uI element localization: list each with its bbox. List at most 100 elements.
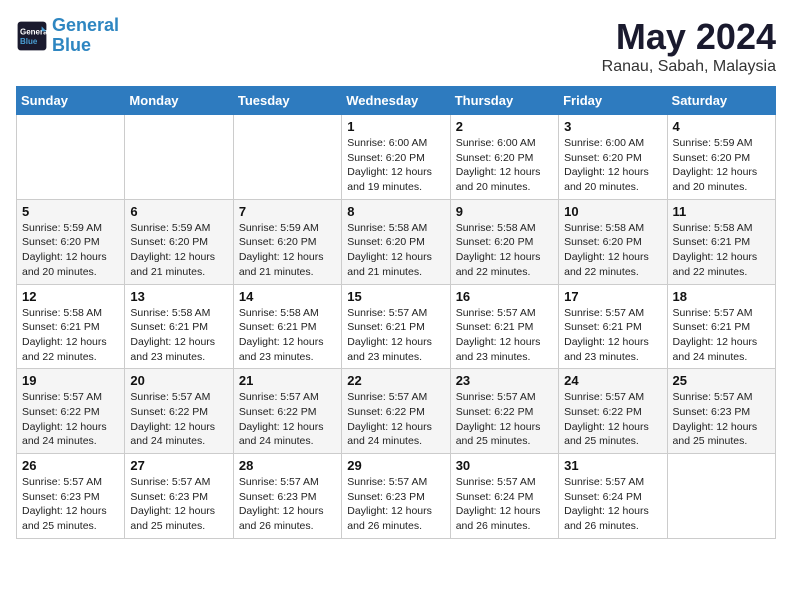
calendar-cell: 15 Sunrise: 5:57 AM Sunset: 6:21 PM Dayli… [342, 284, 450, 369]
logo: General Blue General Blue [16, 16, 119, 56]
calendar-week-row: 1 Sunrise: 6:00 AM Sunset: 6:20 PM Daylig… [17, 115, 776, 200]
calendar-cell: 18Sunrise: 5:57 AM Sunset: 6:21 PM Dayli… [667, 284, 775, 369]
day-info: Sunrise: 5:58 AM Sunset: 6:20 PM Dayligh… [347, 221, 444, 280]
calendar-cell: 29 Sunrise: 5:57 AM Sunset: 6:23 PM Dayli… [342, 454, 450, 539]
calendar-cell: 28 Sunrise: 5:57 AM Sunset: 6:23 PM Dayli… [233, 454, 341, 539]
day-number: 26 [22, 458, 119, 473]
logo-text: General Blue [52, 16, 119, 56]
day-info: Sunrise: 5:57 AM Sunset: 6:23 PM Dayligh… [22, 475, 119, 534]
calendar-cell: 24 Sunrise: 5:57 AM Sunset: 6:22 PM Dayli… [559, 369, 667, 454]
day-number: 16 [456, 289, 553, 304]
calendar-cell [667, 454, 775, 539]
day-number: 6 [130, 204, 227, 219]
day-info: Sunrise: 5:57 AM Sunset: 6:23 PM Dayligh… [347, 475, 444, 534]
day-info: Sunrise: 5:58 AM Sunset: 6:21 PM Dayligh… [673, 221, 770, 280]
calendar-cell: 6 Sunrise: 5:59 AM Sunset: 6:20 PM Daylig… [125, 199, 233, 284]
calendar-cell: 7 Sunrise: 5:59 AM Sunset: 6:20 PM Daylig… [233, 199, 341, 284]
day-number: 24 [564, 373, 661, 388]
calendar-week-row: 12 Sunrise: 5:58 AM Sunset: 6:21 PM Dayli… [17, 284, 776, 369]
day-info: Sunrise: 5:57 AM Sunset: 6:21 PM Dayligh… [564, 306, 661, 365]
day-info: Sunrise: 5:57 AM Sunset: 6:22 PM Dayligh… [130, 390, 227, 449]
calendar-cell: 22Sunrise: 5:57 AM Sunset: 6:22 PM Dayli… [342, 369, 450, 454]
day-info: Sunrise: 6:00 AM Sunset: 6:20 PM Dayligh… [456, 136, 553, 195]
calendar-cell: 2 Sunrise: 6:00 AM Sunset: 6:20 PM Daylig… [450, 115, 558, 200]
weekday-header: Thursday [450, 87, 558, 115]
calendar-cell: 26 Sunrise: 5:57 AM Sunset: 6:23 PM Dayli… [17, 454, 125, 539]
weekday-header-row: SundayMondayTuesdayWednesdayThursdayFrid… [17, 87, 776, 115]
day-info: Sunrise: 5:57 AM Sunset: 6:22 PM Dayligh… [239, 390, 336, 449]
day-info: Sunrise: 5:57 AM Sunset: 6:22 PM Dayligh… [456, 390, 553, 449]
calendar-cell: 8 Sunrise: 5:58 AM Sunset: 6:20 PM Daylig… [342, 199, 450, 284]
day-number: 27 [130, 458, 227, 473]
calendar-cell: 5Sunrise: 5:59 AM Sunset: 6:20 PM Daylig… [17, 199, 125, 284]
calendar-cell: 16 Sunrise: 5:57 AM Sunset: 6:21 PM Dayli… [450, 284, 558, 369]
calendar-cell: 12 Sunrise: 5:58 AM Sunset: 6:21 PM Dayli… [17, 284, 125, 369]
day-info: Sunrise: 5:59 AM Sunset: 6:20 PM Dayligh… [130, 221, 227, 280]
day-number: 20 [130, 373, 227, 388]
calendar-cell: 14 Sunrise: 5:58 AM Sunset: 6:21 PM Dayli… [233, 284, 341, 369]
svg-text:Blue: Blue [20, 37, 38, 46]
calendar-cell: 23 Sunrise: 5:57 AM Sunset: 6:22 PM Dayli… [450, 369, 558, 454]
day-info: Sunrise: 5:58 AM Sunset: 6:20 PM Dayligh… [456, 221, 553, 280]
calendar-cell [125, 115, 233, 200]
day-number: 29 [347, 458, 444, 473]
day-number: 15 [347, 289, 444, 304]
month-year: May 2024 [602, 16, 776, 58]
day-number: 30 [456, 458, 553, 473]
day-info: Sunrise: 5:57 AM Sunset: 6:21 PM Dayligh… [673, 306, 770, 365]
calendar-cell: 9Sunrise: 5:58 AM Sunset: 6:20 PM Daylig… [450, 199, 558, 284]
day-info: Sunrise: 5:57 AM Sunset: 6:23 PM Dayligh… [130, 475, 227, 534]
day-number: 23 [456, 373, 553, 388]
day-info: Sunrise: 5:57 AM Sunset: 6:22 PM Dayligh… [22, 390, 119, 449]
calendar-cell: 17 Sunrise: 5:57 AM Sunset: 6:21 PM Dayli… [559, 284, 667, 369]
day-info: Sunrise: 6:00 AM Sunset: 6:20 PM Dayligh… [564, 136, 661, 195]
day-number: 13 [130, 289, 227, 304]
day-number: 2 [456, 119, 553, 134]
day-number: 4 [673, 119, 770, 134]
day-number: 17 [564, 289, 661, 304]
day-info: Sunrise: 5:57 AM Sunset: 6:24 PM Dayligh… [456, 475, 553, 534]
day-number: 7 [239, 204, 336, 219]
calendar-cell: 25 Sunrise: 5:57 AM Sunset: 6:23 PM Dayli… [667, 369, 775, 454]
day-number: 25 [673, 373, 770, 388]
weekday-header: Saturday [667, 87, 775, 115]
day-number: 14 [239, 289, 336, 304]
day-number: 10 [564, 204, 661, 219]
calendar-cell: 20 Sunrise: 5:57 AM Sunset: 6:22 PM Dayli… [125, 369, 233, 454]
day-info: Sunrise: 5:57 AM Sunset: 6:23 PM Dayligh… [239, 475, 336, 534]
day-info: Sunrise: 5:57 AM Sunset: 6:21 PM Dayligh… [456, 306, 553, 365]
day-info: Sunrise: 5:58 AM Sunset: 6:20 PM Dayligh… [564, 221, 661, 280]
day-info: Sunrise: 5:57 AM Sunset: 6:22 PM Dayligh… [564, 390, 661, 449]
day-info: Sunrise: 5:57 AM Sunset: 6:24 PM Dayligh… [564, 475, 661, 534]
day-number: 21 [239, 373, 336, 388]
logo-icon: General Blue [16, 20, 48, 52]
weekday-header: Tuesday [233, 87, 341, 115]
day-info: Sunrise: 5:57 AM Sunset: 6:21 PM Dayligh… [347, 306, 444, 365]
location: Ranau, Sabah, Malaysia [602, 58, 776, 76]
day-number: 12 [22, 289, 119, 304]
day-number: 8 [347, 204, 444, 219]
day-number: 22 [347, 373, 444, 388]
calendar-cell: 27 Sunrise: 5:57 AM Sunset: 6:23 PM Dayli… [125, 454, 233, 539]
calendar-week-row: 26 Sunrise: 5:57 AM Sunset: 6:23 PM Dayli… [17, 454, 776, 539]
day-number: 28 [239, 458, 336, 473]
weekday-header: Wednesday [342, 87, 450, 115]
day-info: Sunrise: 6:00 AM Sunset: 6:20 PM Dayligh… [347, 136, 444, 195]
day-info: Sunrise: 5:58 AM Sunset: 6:21 PM Dayligh… [239, 306, 336, 365]
calendar-week-row: 5Sunrise: 5:59 AM Sunset: 6:20 PM Daylig… [17, 199, 776, 284]
day-info: Sunrise: 5:59 AM Sunset: 6:20 PM Dayligh… [239, 221, 336, 280]
day-number: 3 [564, 119, 661, 134]
calendar-cell: 13Sunrise: 5:58 AM Sunset: 6:21 PM Dayli… [125, 284, 233, 369]
day-info: Sunrise: 5:58 AM Sunset: 6:21 PM Dayligh… [22, 306, 119, 365]
calendar-cell: 19 Sunrise: 5:57 AM Sunset: 6:22 PM Dayli… [17, 369, 125, 454]
weekday-header: Monday [125, 87, 233, 115]
calendar-table: SundayMondayTuesdayWednesdayThursdayFrid… [16, 86, 776, 539]
calendar-cell [233, 115, 341, 200]
weekday-header: Sunday [17, 87, 125, 115]
day-number: 19 [22, 373, 119, 388]
day-info: Sunrise: 5:57 AM Sunset: 6:23 PM Dayligh… [673, 390, 770, 449]
calendar-cell: 21 Sunrise: 5:57 AM Sunset: 6:22 PM Dayli… [233, 369, 341, 454]
calendar-cell: 31Sunrise: 5:57 AM Sunset: 6:24 PM Dayli… [559, 454, 667, 539]
day-number: 1 [347, 119, 444, 134]
page-header: General Blue General Blue May 2024 Ranau… [16, 16, 776, 76]
